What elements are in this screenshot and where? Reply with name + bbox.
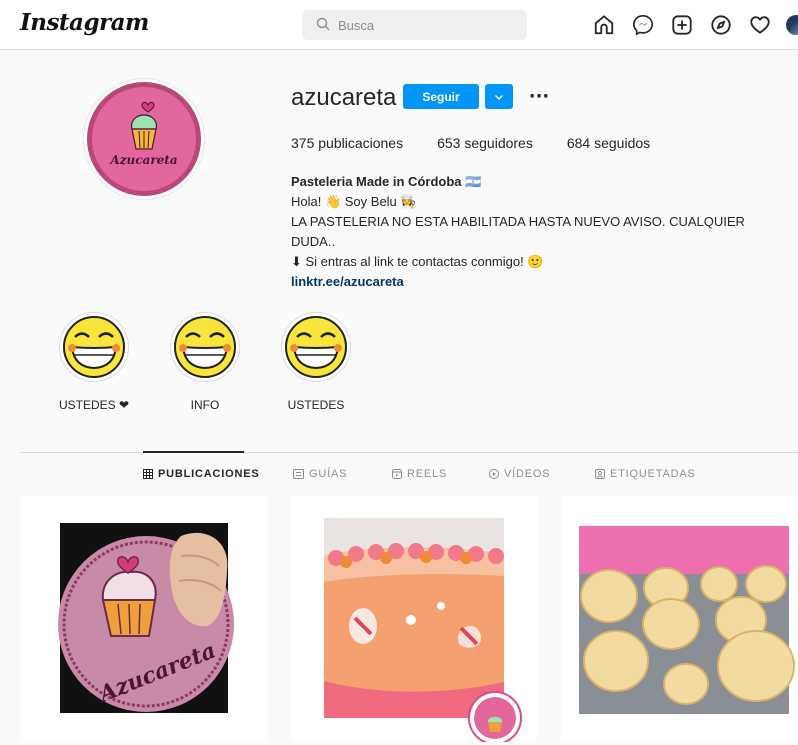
tab-publicaciones[interactable]: PUBLICACIONES [143,468,259,480]
followers-count: 653 [437,135,461,151]
laughing-emoji-icon [285,316,347,378]
tabs-divider [20,452,798,453]
profile-bio: Pasteleria Made in Córdoba 🇦🇷 Hola! 👋 So… [291,172,791,292]
explore-icon[interactable] [709,13,733,37]
profile-stats: 375 publicaciones 653 seguidores 684 seg… [291,135,684,151]
highlight-label: INFO [190,398,220,412]
tab-label: REELS [407,468,448,480]
highlight-item[interactable]: USTEDES [276,312,356,412]
video-play-icon [489,469,499,479]
chevron-down-icon [495,94,503,100]
followers-label: seguidores [464,135,533,151]
suggested-dropdown-button[interactable] [485,84,513,109]
tab-label: GUÍAS [309,468,348,480]
orange-cake-image [324,518,522,742]
more-options-button[interactable]: ··· [527,84,551,108]
profile-avatar[interactable] [786,15,798,35]
instagram-logo[interactable]: Instagram [20,9,149,36]
post-thumbnail[interactable]: Azucareta [21,496,267,742]
laughing-emoji-icon [174,316,236,378]
profile-picture-frame[interactable]: Azucareta [83,78,205,200]
tab-label: ETIQUETADAS [610,468,696,480]
highlight-cover [59,312,129,382]
tagged-user-icon [595,469,605,479]
highlight-item[interactable]: USTEDES ❤ [54,312,134,412]
post-thumbnail[interactable] [291,496,537,742]
highlight-label: USTEDES [287,398,345,412]
profile-picture-text: Azucareta [110,153,178,167]
tab-videos[interactable]: VÍDEOS [489,468,550,480]
following-count: 684 [566,135,591,151]
tab-reels[interactable]: REELS [392,468,447,480]
search-box[interactable] [302,10,527,40]
search-input[interactable] [338,17,508,33]
bio-line: ⬇ Si entras al link te contactas conmigo… [291,254,544,269]
highlight-cover [170,312,240,382]
following-label: seguidos [594,135,651,151]
messenger-icon[interactable] [631,13,655,37]
search-icon [316,16,330,35]
active-tab-indicator [143,451,244,453]
followers-stat[interactable]: 653 seguidores [437,135,533,151]
tab-guias[interactable]: GUÍAS [293,468,347,480]
new-post-icon[interactable] [670,13,694,37]
top-navigation-bar: Instagram [0,0,798,50]
profile-username: azucareta [291,84,397,111]
grid-icon [143,469,153,479]
profile-full-name: Pasteleria Made in Córdoba 🇦🇷 [291,174,482,189]
highlight-label: USTEDES ❤ [58,398,130,412]
laughing-emoji-icon [63,316,125,378]
bio-line: Hola! 👋 Soy Belu 👩‍🍳 [291,194,417,209]
activity-heart-icon[interactable] [748,13,772,37]
post-thumbnail[interactable] [561,496,798,742]
following-stat[interactable]: 684 seguidos [567,135,650,151]
posts-count: 375 [291,135,315,151]
bio-link[interactable]: linktr.ee/azucareta [291,272,791,292]
posts-stat: 375 publicaciones [291,135,403,151]
highlight-item[interactable]: INFO [165,312,245,412]
bio-line: LA PASTELERIA NO ESTA HABILITADA HASTA N… [291,214,745,249]
profile-picture: Azucareta [87,82,201,196]
tab-label: PUBLICACIONES [158,468,260,480]
guide-icon [293,469,304,479]
tab-label: VÍDEOS [504,468,551,480]
tab-etiquetadas[interactable]: ETIQUETADAS [595,468,696,480]
cookies-tray-image [579,526,795,714]
reels-icon [392,469,402,479]
home-icon[interactable] [592,13,616,37]
follow-button[interactable]: Seguir [403,84,479,109]
posts-label: publicaciones [318,135,404,151]
highlight-cover [281,312,351,382]
embroidered-patch-image: Azucareta [58,523,234,713]
